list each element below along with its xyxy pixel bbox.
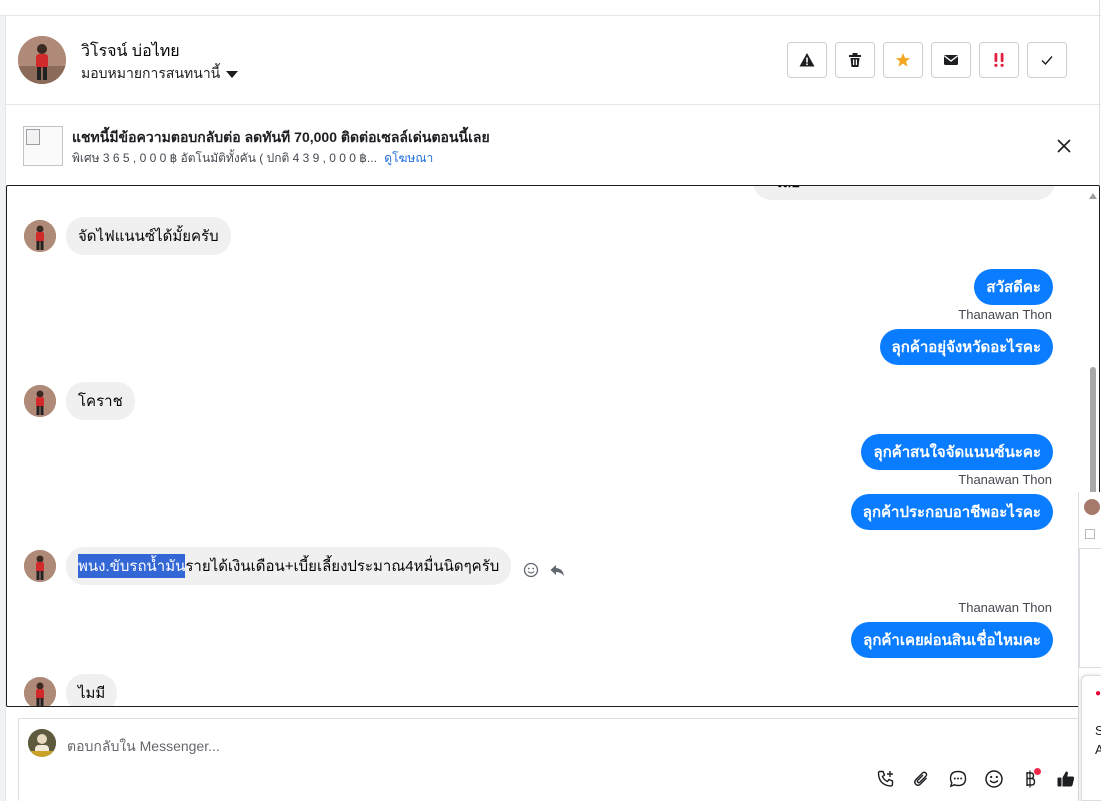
contact-avatar[interactable] [18, 36, 66, 84]
message-row-in: ไมมี [24, 674, 118, 706]
delete-button[interactable] [835, 42, 875, 78]
message-bubble-in[interactable]: พนง.ขับรถน้ำมัน รายได้เงินเดือน+เบี้ยเลี้… [66, 547, 512, 585]
trash-icon [849, 53, 861, 67]
header-actions [787, 42, 1067, 78]
ad-subtitle-text: พิเศษ 3 6 5 , 0 0 0 ฿ อัตโนมัติทั้งคัน (… [72, 151, 377, 165]
emoji-icon [985, 770, 1003, 788]
side-panel: ● S A [1078, 492, 1101, 801]
selected-text: พนง.ขับรถน้ำมัน [78, 554, 186, 578]
message-out-clipped: เลย [753, 186, 1055, 200]
message-bubble-out[interactable]: ลุกค้าสนใจจัดแนนซ์นะคะ [861, 434, 1053, 470]
emoji-button[interactable] [983, 768, 1005, 790]
react-emoji-icon[interactable] [523, 562, 539, 578]
side-text: S [1095, 723, 1101, 738]
attach-icon [914, 771, 928, 787]
message-bubble-out[interactable]: ลุกค้าเคยผ่อนสินเชื่อไหมคะ [851, 622, 1053, 658]
top-strip [0, 0, 1101, 16]
message-composer: ตอบกลับใน Messenger... [18, 718, 1088, 801]
side-avatar[interactable] [1084, 499, 1100, 515]
message-bubble-in[interactable]: โคราช [66, 382, 135, 420]
follow-up-button[interactable] [979, 42, 1019, 78]
side-text: A [1095, 742, 1101, 757]
side-box [1079, 548, 1101, 668]
notification-dot [1034, 768, 1041, 775]
sender-name: Thanawan Thon [958, 472, 1052, 487]
reply-icon[interactable] [549, 562, 565, 578]
star-button[interactable] [883, 42, 923, 78]
mail-icon [944, 55, 958, 65]
spam-icon [799, 53, 815, 67]
contact-avatar-small[interactable] [24, 550, 56, 582]
saved-replies-button[interactable] [947, 768, 969, 790]
reply-input[interactable]: ตอบกลับใน Messenger... [67, 736, 220, 758]
like-icon [1057, 771, 1075, 787]
mark-unread-button[interactable] [931, 42, 971, 78]
scroll-up-arrow-icon[interactable] [1089, 193, 1097, 199]
message-thread[interactable]: เลย จัดไฟแนนซ์ได้มั้ยครับ สวัสดีคะ Thana… [6, 185, 1100, 707]
star-icon [895, 53, 911, 67]
caret-down-icon [226, 70, 239, 78]
like-button[interactable] [1055, 768, 1077, 790]
message-row-in: พนง.ขับรถน้ำมัน รายได้เงินเดือน+เบี้ยเลี้… [24, 547, 565, 585]
assign-conversation-dropdown[interactable]: มอบหมายการสนทนานี้ [81, 63, 239, 85]
assign-label: มอบหมายการสนทนานี้ [81, 65, 221, 81]
ad-subtitle: พิเศษ 3 6 5 , 0 0 0 ฿ อัตโนมัติทั้งคัน (… [72, 149, 433, 168]
attach-button[interactable] [911, 768, 933, 790]
view-ad-link[interactable]: ดูโฆษณา [384, 151, 433, 165]
phone-add-icon [877, 770, 894, 787]
side-image-placeholder [1085, 529, 1095, 539]
saved-reply-icon [949, 770, 967, 788]
payment-button[interactable] [1019, 768, 1041, 790]
contact-avatar-small[interactable] [24, 220, 56, 252]
mark-done-button[interactable] [1027, 42, 1067, 78]
message-row-in: โคราช [24, 382, 135, 420]
composer-tools [875, 768, 1077, 790]
mark-spam-button[interactable] [787, 42, 827, 78]
message-bubble-in[interactable]: ไมมี [66, 674, 118, 706]
check-icon [1041, 56, 1053, 66]
message-row-in: จัดไฟแนนซ์ได้มั้ยครับ [24, 217, 231, 255]
message-text: เลย [777, 186, 800, 194]
message-bubble-out[interactable]: สวัสดีคะ [974, 269, 1053, 305]
sender-name: Thanawan Thon [958, 307, 1052, 322]
call-button[interactable] [875, 768, 897, 790]
ad-thumbnail[interactable] [23, 126, 63, 166]
message-actions [523, 562, 565, 578]
ad-context-bar: แชทนี้มีข้อความตอบกลับต่อ ลดทันที 70,000… [6, 106, 1101, 184]
close-icon[interactable] [1054, 136, 1074, 156]
message-text: รายได้เงินเดือน+เบี้ยเลี้ยงประมาณ4หมื่นน… [185, 558, 500, 575]
contact-avatar-small[interactable] [24, 677, 56, 706]
message-bubble-in[interactable]: จัดไฟแนนซ์ได้มั้ยครับ [66, 217, 231, 255]
side-notification-icon: ● [1095, 688, 1101, 699]
message-bubble-out[interactable]: ลุกค้าประกอบอาชีพอะไรคะ [850, 494, 1053, 530]
ad-title: แชทนี้มีข้อความตอบกลับต่อ ลดทันที 70,000… [72, 129, 490, 145]
sender-name: Thanawan Thon [958, 600, 1052, 615]
urgent-icon [994, 53, 1004, 67]
message-bubble-out[interactable]: ลุกค้าอยุ่จังหวัดอะไรคะ [879, 329, 1053, 365]
contact-name[interactable]: วิโรจน์ บ่อไทย [81, 39, 180, 64]
conversation-header: วิโรจน์ บ่อไทย มอบหมายการสนทนานี้ [6, 17, 1101, 105]
page-avatar [28, 729, 56, 757]
contact-avatar-small[interactable] [24, 385, 56, 417]
